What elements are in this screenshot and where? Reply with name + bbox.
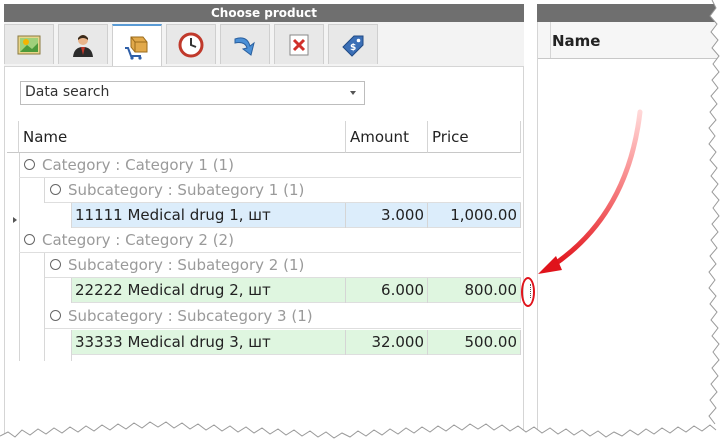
person-icon xyxy=(73,34,93,57)
clock-icon xyxy=(178,32,204,57)
group-label: Subcategory : Subategory 1 (1) xyxy=(68,181,305,199)
redo-arrow-icon xyxy=(234,36,255,56)
row-header-column xyxy=(7,153,20,361)
group-row-subcategory[interactable]: Subcategory : Subategory 1 (1) xyxy=(45,178,521,203)
cell-price: 1,000.00 xyxy=(428,203,521,228)
collapse-icon[interactable] xyxy=(50,184,61,195)
group-label: Category : Category 1 (1) xyxy=(42,156,234,174)
box-cart-icon xyxy=(125,36,148,60)
right-panel: Name xyxy=(537,0,725,447)
cell-price: 800.00 xyxy=(428,278,521,303)
cell-name: 22222 Medical drug 2, шт xyxy=(72,278,346,303)
tab-redo[interactable] xyxy=(220,24,270,64)
collapse-icon[interactable] xyxy=(24,159,35,170)
table-row[interactable]: 33333 Medical drug 3, шт 32.000 500.00 xyxy=(72,330,521,355)
right-grid-header: Name xyxy=(538,22,725,59)
panel-title: Choose product xyxy=(4,4,524,22)
group-row-category[interactable]: Category : Category 1 (1) xyxy=(19,153,521,178)
delete-icon xyxy=(289,34,309,55)
price-tag-icon: $ xyxy=(342,35,364,57)
column-header-name[interactable]: Name xyxy=(19,121,346,153)
chevron-down-icon[interactable] xyxy=(350,91,356,95)
svg-text:$: $ xyxy=(350,43,356,53)
tab-price[interactable]: $ xyxy=(328,24,378,64)
cell-name: 33333 Medical drug 3, шт xyxy=(72,330,346,355)
row-header-corner xyxy=(7,121,19,153)
group-label: Subcategory : Subategory 2 (1) xyxy=(68,256,305,274)
column-header-amount[interactable]: Amount xyxy=(346,121,428,153)
group-label: Subcategory : Subcategory 3 (1) xyxy=(68,307,313,325)
annotation-highlight-circle xyxy=(521,277,535,307)
cell-price: 500.00 xyxy=(428,330,521,355)
row-header-corner xyxy=(538,22,551,58)
tab-delete[interactable] xyxy=(274,24,324,64)
cell-amount: 6.000 xyxy=(346,278,428,303)
collapse-icon[interactable] xyxy=(24,234,35,245)
tab-picture[interactable] xyxy=(4,24,54,64)
search-value: Data search xyxy=(25,84,110,100)
choose-product-panel: Choose product $ Data search Name Amount… xyxy=(0,0,525,447)
tab-products[interactable] xyxy=(112,24,162,67)
data-search-dropdown[interactable]: Data search xyxy=(20,81,365,105)
panel-splitter[interactable] xyxy=(528,0,536,447)
group-row-category[interactable]: Category : Category 2 (2) xyxy=(19,228,521,253)
right-grid: Name xyxy=(537,22,725,447)
current-row-indicator-icon xyxy=(13,217,17,223)
group-label: Category : Category 2 (2) xyxy=(42,231,234,249)
picture-icon xyxy=(17,35,41,54)
product-list-area: Data search Name Amount Price Category :… xyxy=(4,66,524,438)
cell-amount: 32.000 xyxy=(346,330,428,355)
column-header-price[interactable]: Price xyxy=(428,121,521,153)
cell-name: 11111 Medical drug 1, шт xyxy=(72,203,346,228)
table-row[interactable]: 22222 Medical drug 2, шт 6.000 800.00 xyxy=(72,278,521,303)
tab-person[interactable] xyxy=(58,24,108,64)
tab-clock[interactable] xyxy=(166,24,216,64)
collapse-icon[interactable] xyxy=(50,259,61,270)
cell-amount: 3.000 xyxy=(346,203,428,228)
column-header-name[interactable]: Name xyxy=(552,32,600,50)
right-panel-title-bar xyxy=(537,4,725,22)
toolbar: $ xyxy=(4,22,524,67)
table-row[interactable]: 11111 Medical drug 1, шт 3.000 1,000.00 xyxy=(72,203,521,228)
collapse-icon[interactable] xyxy=(50,310,61,321)
group-row-subcategory[interactable]: Subcategory : Subcategory 3 (1) xyxy=(45,304,521,329)
product-grid: Name Amount Price Category : Category 1 … xyxy=(7,121,522,361)
group-row-subcategory[interactable]: Subcategory : Subategory 2 (1) xyxy=(45,253,521,278)
